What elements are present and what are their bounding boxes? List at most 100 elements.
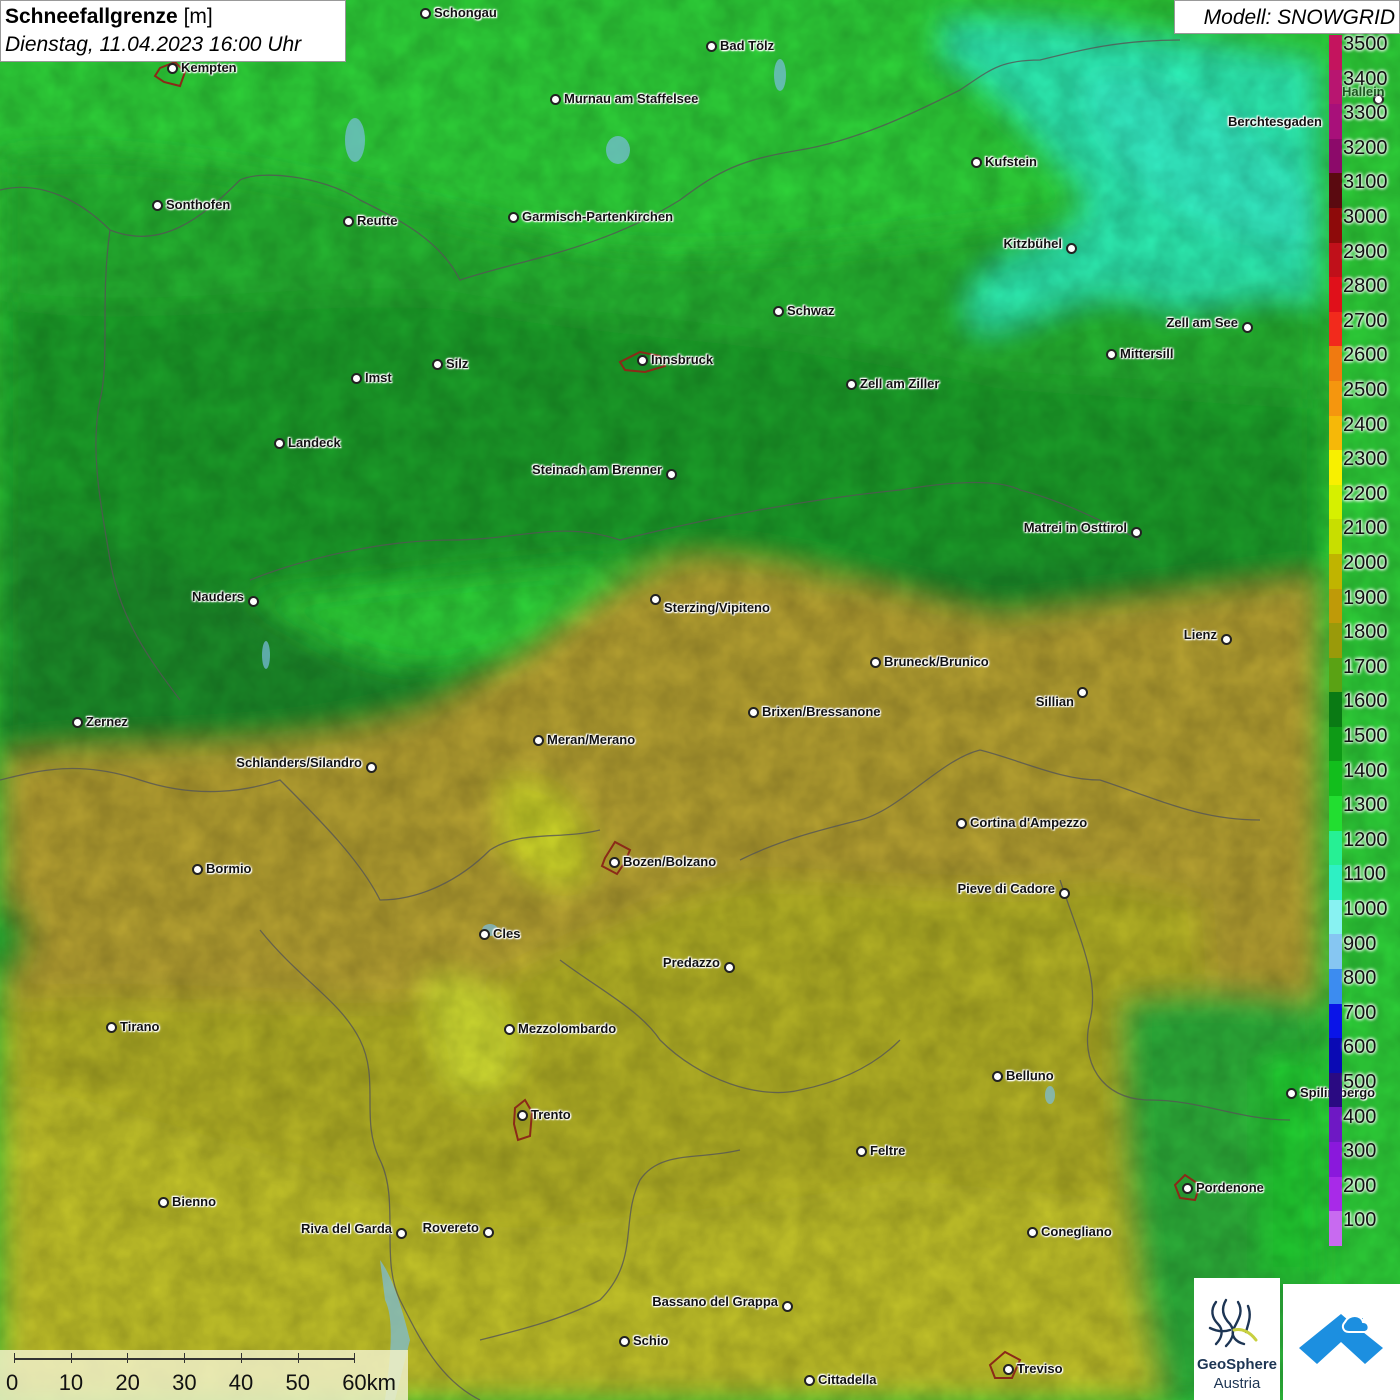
scale-label-10: 10 xyxy=(58,1370,84,1395)
city-marker-schwaz xyxy=(773,306,784,317)
city-label-nauders: Nauders xyxy=(191,589,244,604)
color-legend xyxy=(1329,35,1342,1246)
city-label-landeck: Landeck xyxy=(288,435,341,450)
map-datetime: Dienstag, 11.04.2023 16:00 Uhr xyxy=(5,33,302,56)
legend-label-2800: 2800 xyxy=(1343,275,1388,298)
city-label-trento: Trento xyxy=(531,1107,571,1122)
scale-tick xyxy=(354,1353,356,1363)
city-marker-cortina-d-ampezzo xyxy=(956,818,967,829)
legend-swatch-600 xyxy=(1329,1038,1342,1073)
city-marker-kufstein xyxy=(971,157,982,168)
city-marker-lienz xyxy=(1221,634,1232,645)
city-label-mezzolombardo: Mezzolombardo xyxy=(518,1021,617,1036)
legend-label-1400: 1400 xyxy=(1343,759,1388,782)
legend-label-3500: 3500 xyxy=(1343,33,1388,55)
legend-label-1900: 1900 xyxy=(1343,586,1388,609)
city-marker-pieve-di-cadore xyxy=(1059,888,1070,899)
city-marker-treviso xyxy=(1003,1364,1014,1375)
city-marker-mittersill xyxy=(1106,349,1117,360)
legend-swatch-400 xyxy=(1329,1107,1342,1142)
city-marker-trento xyxy=(517,1110,528,1121)
city-marker-riva-del-garda xyxy=(396,1228,407,1239)
legend-swatch-1000 xyxy=(1329,899,1342,935)
legend-swatch-900 xyxy=(1329,934,1342,970)
map-title-unit: [m] xyxy=(177,5,213,28)
city-label-berchtesgaden: Berchtesgaden xyxy=(1228,114,1322,129)
city-marker-schio xyxy=(619,1336,630,1347)
legend-swatch-3500 xyxy=(1329,35,1342,70)
city-label-murnau-am-staffelsee: Murnau am Staffelsee xyxy=(564,91,699,106)
legend-swatch-1300 xyxy=(1329,796,1342,831)
city-marker-sillian xyxy=(1077,687,1088,698)
city-marker-kempten xyxy=(167,63,178,74)
legend-label-1000: 1000 xyxy=(1343,898,1388,920)
legend-label-2200: 2200 xyxy=(1343,482,1388,505)
geosphere-logo-line2: Austria xyxy=(1213,1375,1261,1392)
city-label-bienno: Bienno xyxy=(172,1194,217,1209)
legend-label-600: 600 xyxy=(1343,1036,1377,1059)
scale-tick xyxy=(297,1353,299,1363)
city-label-reutte: Reutte xyxy=(357,213,398,228)
legend-swatch-2100 xyxy=(1329,519,1342,554)
city-label-imst: Imst xyxy=(365,370,392,385)
legend-label-900: 900 xyxy=(1343,932,1377,955)
scale-label-0: 0 xyxy=(6,1370,19,1395)
city-marker-bad-t-lz xyxy=(706,41,717,52)
city-marker-matrei-in-osttirol xyxy=(1131,527,1142,538)
scale-label-30: 30 xyxy=(172,1370,197,1395)
city-label-schwaz: Schwaz xyxy=(787,303,835,318)
city-marker-murnau-am-staffelsee xyxy=(550,94,561,105)
legend-swatch-3000 xyxy=(1329,207,1342,243)
geosphere-logo-line1: GeoSphere xyxy=(1196,1356,1278,1373)
legend-label-100: 100 xyxy=(1343,1209,1377,1232)
city-marker-predazzo xyxy=(724,962,735,973)
city-label-lienz: Lienz xyxy=(1183,627,1217,642)
legend-label-3300: 3300 xyxy=(1343,102,1388,125)
city-marker-bienno xyxy=(158,1197,169,1208)
scale-bar: 0 10 20 30 40 50 60km xyxy=(0,1350,408,1400)
city-marker-bruneck-brunico xyxy=(870,657,881,668)
legend-label-400: 400 xyxy=(1343,1105,1377,1128)
legend-swatch-3200 xyxy=(1329,138,1342,174)
legend-label-3000: 3000 xyxy=(1343,206,1388,228)
city-marker-mezzolombardo xyxy=(504,1024,515,1035)
city-marker-schongau xyxy=(420,8,431,19)
city-marker-feltre xyxy=(856,1146,867,1157)
legend-label-2400: 2400 xyxy=(1343,413,1388,436)
city-label-conegliano: Conegliano xyxy=(1041,1224,1112,1239)
city-label-schio: Schio xyxy=(633,1333,669,1348)
city-label-zernez: Zernez xyxy=(86,714,128,729)
city-label-brixen-bressanone: Brixen/Bressanone xyxy=(762,704,881,719)
city-marker-imst xyxy=(351,373,362,384)
legend-label-3200: 3200 xyxy=(1343,136,1388,159)
legend-swatch-500 xyxy=(1329,1072,1342,1108)
legend-swatch-1400 xyxy=(1329,761,1342,797)
city-label-silz: Silz xyxy=(446,356,469,371)
city-label-bozen-bolzano: Bozen/Bolzano xyxy=(623,854,717,869)
city-marker-rovereto xyxy=(483,1227,494,1238)
legend-swatch-2000 xyxy=(1329,553,1342,589)
city-label-feltre: Feltre xyxy=(870,1143,906,1158)
legend-swatch-3400 xyxy=(1329,69,1342,105)
scale-tick xyxy=(184,1353,186,1363)
legend-swatch-2600 xyxy=(1329,346,1342,381)
legend-swatch-1100 xyxy=(1329,865,1342,900)
city-marker-sonthofen xyxy=(152,200,163,211)
legend-swatch-1800 xyxy=(1329,623,1342,658)
city-label-riva-del-garda: Riva del Garda xyxy=(300,1221,392,1236)
legend-label-1300: 1300 xyxy=(1343,794,1388,817)
city-marker-conegliano xyxy=(1027,1227,1038,1238)
city-marker-bormio xyxy=(192,864,203,875)
city-label-bruneck-brunico: Bruneck/Brunico xyxy=(884,654,989,669)
legend-swatch-200 xyxy=(1329,1176,1342,1212)
city-label-rovereto: Rovereto xyxy=(422,1220,479,1235)
snowfall-line-map[interactable]: Schneefallgrenze [m] Dienstag, 11.04.202… xyxy=(0,0,1400,1400)
legend-swatch-700 xyxy=(1329,1003,1342,1039)
legend-swatch-1600 xyxy=(1329,692,1342,727)
city-marker-zernez xyxy=(72,717,83,728)
legend-label-1600: 1600 xyxy=(1343,690,1388,713)
city-label-kufstein: Kufstein xyxy=(985,154,1037,169)
city-marker-belluno xyxy=(992,1071,1003,1082)
city-marker-kitzb-hel xyxy=(1066,243,1077,254)
legend-label-700: 700 xyxy=(1343,1001,1377,1024)
